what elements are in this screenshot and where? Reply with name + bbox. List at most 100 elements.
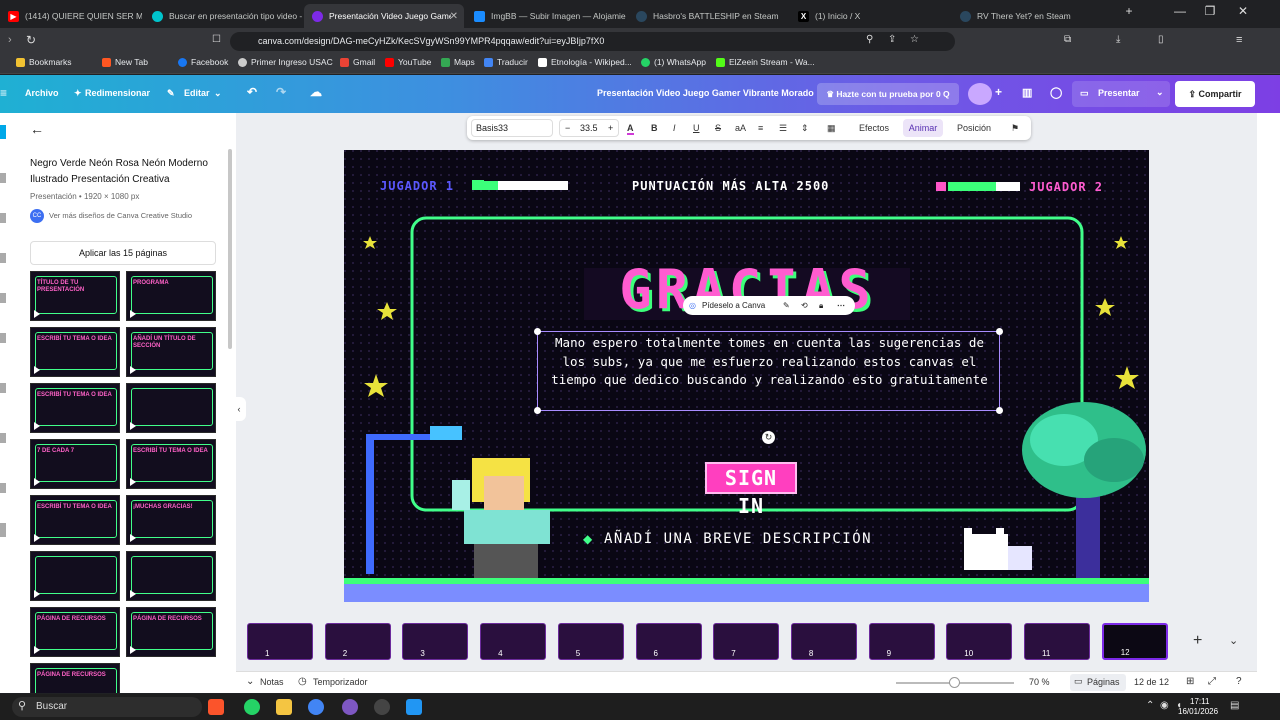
resize-handle[interactable] bbox=[996, 328, 1003, 335]
text-color-icon[interactable]: A bbox=[627, 123, 634, 135]
undo-icon[interactable]: ↶ bbox=[247, 85, 257, 99]
bookmark-item[interactable]: Etnología - Wikiped... bbox=[538, 57, 632, 67]
italic-icon[interactable]: I bbox=[673, 123, 676, 133]
font-select[interactable]: Basis33 bbox=[471, 119, 553, 137]
page-thumbnail[interactable]: 7 bbox=[713, 623, 780, 660]
template-thumbnail[interactable]: TÍTULO DE TU PRESENTACIÓN bbox=[30, 271, 120, 321]
grid-view-icon[interactable]: ⊞ bbox=[1186, 676, 1194, 687]
bookmark-item[interactable]: (1) WhatsApp bbox=[641, 57, 706, 67]
resize-handle[interactable] bbox=[996, 407, 1003, 414]
clock-time[interactable]: 17:11 bbox=[1190, 697, 1209, 706]
template-thumbnail[interactable]: ¡MUCHAS GRACIAS! bbox=[126, 495, 216, 545]
page-counter[interactable]: 12 de 12 bbox=[1134, 677, 1169, 687]
rail-item[interactable] bbox=[0, 383, 6, 393]
compartir-button[interactable]: ⇪ Compartir bbox=[1175, 81, 1255, 107]
font-size-value[interactable]: 33.5 bbox=[580, 120, 598, 136]
bookmark-item[interactable]: Primer Ingreso USAC bbox=[238, 57, 333, 67]
rotate-icon[interactable]: ⟲ bbox=[801, 296, 808, 315]
template-thumbnail[interactable]: 7 DE CADA 7 bbox=[30, 439, 120, 489]
maximize-button[interactable]: ❐ bbox=[1195, 4, 1225, 18]
rail-item-active[interactable] bbox=[0, 125, 6, 139]
extensions-icon[interactable]: ⧉ bbox=[1064, 34, 1071, 45]
sidebar-icon[interactable]: ▯ bbox=[1158, 34, 1164, 45]
bookmark-item[interactable]: Facebook bbox=[178, 57, 228, 67]
browser-tab[interactable]: ▶ (1414) QUIERE QUIEN SER MILLONARIO bbox=[0, 4, 142, 28]
rotate-handle-icon[interactable]: ↻ bbox=[762, 431, 775, 444]
notification-icon[interactable]: ▤ bbox=[1230, 700, 1239, 711]
player-two-label[interactable]: JUGADOR 2 bbox=[1029, 180, 1103, 194]
menu-icon[interactable]: ≡ bbox=[1236, 34, 1242, 46]
chrome-icon[interactable] bbox=[308, 699, 324, 715]
editar-menu[interactable]: Editar bbox=[184, 88, 210, 98]
reload-icon[interactable]: ↻ bbox=[26, 33, 36, 47]
browser-tab[interactable]: X (1) Inicio / X bbox=[790, 4, 950, 28]
rail-item[interactable] bbox=[0, 253, 6, 263]
page-thumbnail[interactable]: 3 bbox=[402, 623, 469, 660]
redimensionar-button[interactable]: Redimensionar bbox=[85, 88, 150, 98]
chevron-down-icon[interactable]: ⌄ bbox=[1229, 634, 1238, 647]
minus-icon[interactable]: − bbox=[565, 120, 570, 136]
new-tab-button[interactable]: + bbox=[1114, 4, 1144, 18]
clock-date[interactable]: 16/01/2026 bbox=[1178, 707, 1218, 716]
template-thumbnail[interactable] bbox=[30, 551, 120, 601]
template-thumbnail[interactable] bbox=[126, 383, 216, 433]
efectos-button[interactable]: Efectos bbox=[859, 123, 889, 133]
page-thumbnail[interactable]: 5 bbox=[557, 623, 624, 660]
minimize-button[interactable]: — bbox=[1165, 4, 1195, 18]
slide-canvas[interactable]: JUGADOR 1 PUNTUACIÓN MÁS ALTA 2500 JUGAD… bbox=[344, 150, 1149, 602]
app-icon[interactable] bbox=[406, 699, 422, 715]
plus-icon[interactable]: + bbox=[995, 85, 1002, 99]
bold-icon[interactable]: B bbox=[651, 123, 658, 133]
rail-item[interactable] bbox=[0, 483, 6, 493]
browser-tab[interactable]: ImgBB — Subir Imagen — Alojamiento bbox=[466, 4, 626, 28]
strikethrough-icon[interactable]: S bbox=[715, 123, 721, 133]
template-thumbnail[interactable]: PÁGINA DE RECURSOS bbox=[126, 607, 216, 657]
browser-tab-active[interactable]: Presentación Video Juego Gamer ✕ bbox=[304, 4, 464, 28]
fullscreen-icon[interactable]: ⤢ bbox=[1208, 676, 1216, 687]
page-thumbnail[interactable]: 12 bbox=[1101, 623, 1168, 660]
more-icon[interactable]: ⋯ bbox=[837, 296, 845, 315]
bookmark-item[interactable]: ElZeein Stream - Wa... bbox=[716, 57, 815, 67]
taskbar-search[interactable]: Buscar bbox=[12, 697, 202, 717]
redo-icon[interactable]: ↷ bbox=[276, 85, 286, 99]
rail-item[interactable] bbox=[0, 333, 6, 343]
page-thumbnail[interactable]: 11 bbox=[1024, 623, 1090, 660]
highscore-label[interactable]: PUNTUACIÓN MÁS ALTA 2500 bbox=[632, 179, 829, 193]
player-one-label[interactable]: JUGADOR 1 bbox=[380, 179, 454, 193]
list-icon[interactable]: ☰ bbox=[779, 123, 787, 134]
page-thumbnail[interactable]: 10 bbox=[946, 623, 1013, 660]
comment-icon[interactable]: ◯ bbox=[1050, 86, 1062, 99]
rail-item[interactable] bbox=[0, 213, 6, 223]
chevron-up-icon[interactable]: ⌃ bbox=[1146, 700, 1154, 711]
bookmark-icon[interactable]: ☐ bbox=[212, 34, 221, 45]
rail-item[interactable] bbox=[0, 433, 6, 443]
url-field[interactable]: canva.com/design/DAG-meCyHZk/KecSVgyWSn9… bbox=[230, 32, 955, 51]
page-thumbnail[interactable]: 6 bbox=[635, 623, 702, 660]
obs-icon[interactable] bbox=[374, 699, 390, 715]
scrollbar[interactable] bbox=[228, 149, 232, 349]
bookmark-item[interactable]: Traducir bbox=[484, 57, 528, 67]
browser-tab[interactable]: Buscar en presentación tipo video - bbox=[144, 4, 302, 28]
author-link[interactable]: Ver más diseños de Canva Creative Studio bbox=[49, 211, 192, 220]
template-thumbnail[interactable]: ESCRIBÍ TU TEMA O IDEA bbox=[30, 495, 120, 545]
magic-edit-icon[interactable]: ✎ bbox=[783, 296, 790, 315]
case-icon[interactable]: aA bbox=[735, 123, 746, 133]
ask-canva-button[interactable]: Pídeselo a Canva bbox=[702, 296, 765, 315]
notas-button[interactable]: Notas bbox=[260, 677, 284, 687]
text-selection-box[interactable]: Mano espero totalmente tomes en cuenta l… bbox=[534, 328, 1003, 414]
menu-icon[interactable]: ≡ bbox=[0, 86, 7, 100]
back-arrow-icon[interactable]: ← bbox=[30, 121, 44, 137]
chart-icon[interactable]: ▥ bbox=[1022, 86, 1032, 99]
template-thumbnail[interactable]: PÁGINA DE RECURSOS bbox=[30, 663, 120, 693]
close-icon[interactable]: ✕ bbox=[450, 11, 458, 22]
posicion-button[interactable]: Posición bbox=[957, 123, 991, 133]
browser-tab[interactable]: RV There Yet? en Steam bbox=[952, 4, 1112, 28]
transparency-icon[interactable]: ▦ bbox=[827, 123, 836, 134]
animar-button[interactable]: Animar bbox=[903, 119, 943, 137]
template-thumbnail[interactable]: ESCRIBÍ TU TEMA O IDEA bbox=[30, 327, 120, 377]
page-thumbnail[interactable]: 9 bbox=[868, 623, 935, 660]
zoom-slider-handle[interactable] bbox=[949, 677, 960, 688]
resize-handle[interactable] bbox=[534, 328, 541, 335]
whatsapp-icon[interactable] bbox=[244, 699, 260, 715]
bookmark-item[interactable]: Gmail bbox=[340, 57, 375, 67]
